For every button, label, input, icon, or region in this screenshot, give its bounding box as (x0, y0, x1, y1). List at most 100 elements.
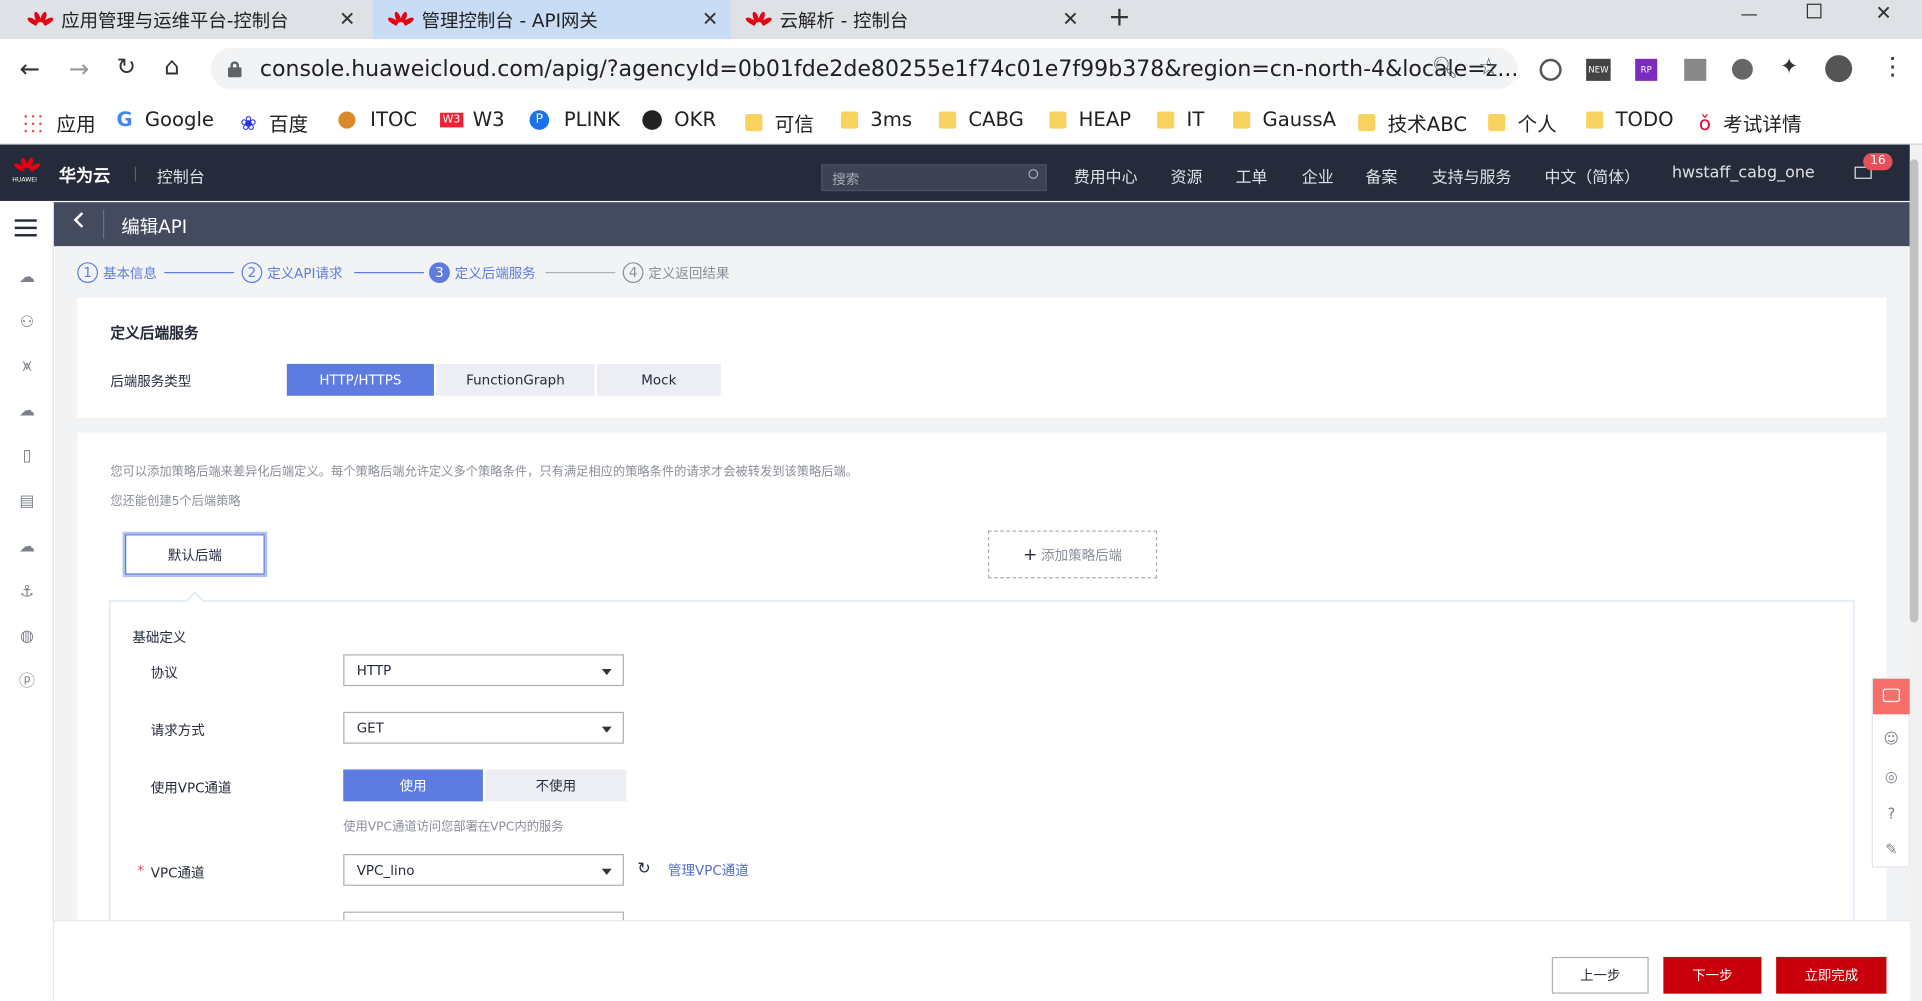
cloud-icon[interactable]: ☁ (16, 268, 38, 288)
back-arrow-icon[interactable] (73, 212, 90, 228)
cluster-icon[interactable]: ⚇ (16, 314, 38, 334)
avatar[interactable] (1825, 55, 1853, 83)
refresh-icon[interactable]: ↻ (637, 860, 650, 878)
page-scrollbar[interactable] (1909, 144, 1922, 1001)
star-icon[interactable]: ☆ (1478, 54, 1499, 81)
main-content: 1 基本信息 2 定义API请求 3 定义后端服务 4 定义返回结果 定义后端服务 后端… (55, 246, 1910, 921)
back-icon[interactable]: ← (20, 54, 41, 83)
edit-icon[interactable]: ✎ (1880, 838, 1902, 860)
bookmark-exam[interactable]: ǒ 考试详情 (1699, 108, 1802, 137)
hamburger-menu-icon[interactable] (14, 219, 37, 237)
new-extension-icon[interactable]: NEW (1586, 58, 1611, 81)
close-icon[interactable]: ✕ (1062, 7, 1078, 30)
reload-icon[interactable]: ↻ (116, 54, 136, 81)
manage-vpc-link[interactable]: 管理VPC通道 (668, 860, 749, 880)
huawei-logo[interactable]: HUAWEI (12, 156, 41, 189)
nav-filing[interactable]: 备案 (1366, 164, 1398, 187)
console-link[interactable]: 控制台 (157, 164, 205, 187)
rp-extension-icon[interactable]: RP (1635, 58, 1658, 81)
bookmark-w3[interactable]: W3 W3 (440, 108, 505, 131)
add-policy-backend-button[interactable]: + 添加策略后端 (987, 530, 1158, 579)
bookmark-folder[interactable]: 可信 (745, 108, 814, 137)
document-icon[interactable]: ▤ (16, 493, 38, 513)
bookmark-folder[interactable]: TODO (1586, 108, 1674, 131)
bookmark-apps[interactable]: 应用 (22, 108, 96, 137)
browser-tab-3[interactable]: 云解析 - 控制台 ✕ (733, 0, 1091, 39)
backend-type-card: 定义后端服务 后端服务类型 HTTP/HTTPS FunctionGraph M… (77, 297, 1887, 418)
bookmark-folder[interactable]: 技术ABC (1358, 108, 1467, 137)
use-vpc-no[interactable]: 不使用 (485, 769, 627, 802)
backend-type-http[interactable]: HTTP/HTTPS (286, 363, 434, 396)
backend-type-functiongraph[interactable]: FunctionGraph (436, 363, 595, 396)
nav-support[interactable]: 支持与服务 (1432, 164, 1512, 187)
browser-tab-1[interactable]: 应用管理与运维平台-控制台 ✕ (0, 0, 368, 39)
bookmark-google[interactable]: G Google (116, 108, 214, 131)
minimize-icon[interactable]: — (1741, 5, 1758, 25)
anchor-icon[interactable]: ⚓ (16, 583, 38, 603)
method-select[interactable]: GET (343, 711, 624, 744)
nav-billing[interactable]: 费用中心 (1074, 164, 1138, 187)
server-icon[interactable]: ☁ (16, 402, 38, 422)
bookmark-baidu[interactable]: ❀ 百度 (240, 108, 308, 137)
bookmark-folder[interactable]: GaussA (1233, 108, 1336, 131)
bookmark-folder[interactable]: IT (1157, 108, 1204, 131)
cloud-sync-icon[interactable]: ☁ (16, 538, 38, 558)
smile-icon[interactable]: ☺ (1880, 728, 1902, 750)
vpc-channel-select[interactable]: VPC_lino (343, 853, 624, 886)
nav-tickets[interactable]: 工单 (1236, 164, 1268, 187)
prev-step-button[interactable]: 上一步 (1551, 956, 1649, 994)
new-tab-button[interactable]: + (1108, 2, 1131, 33)
search-icon[interactable] (1028, 169, 1039, 179)
api-icon[interactable]: ⩙ (16, 358, 38, 378)
use-vpc-yes[interactable]: 使用 (343, 769, 483, 802)
bookmark-okr[interactable]: OKR (642, 108, 716, 131)
home-icon[interactable]: ⌂ (164, 51, 180, 80)
bookmark-folder[interactable]: 3ms (840, 108, 912, 131)
protocol-label: 协议 (150, 665, 178, 682)
nav-enterprise[interactable]: 企业 (1302, 164, 1334, 187)
ip-icon[interactable]: ⓟ (16, 673, 38, 693)
feedback-button[interactable] (1872, 678, 1911, 715)
brand-name[interactable]: 华为云 (59, 163, 110, 188)
step-return-result[interactable]: 4 定义返回结果 (622, 262, 729, 284)
browser-tab-2[interactable]: 管理控制台 - API网关 ✕ (372, 0, 731, 40)
extension-icon[interactable] (1539, 58, 1562, 81)
backend-type-mock[interactable]: Mock (596, 363, 721, 396)
nav-resources[interactable]: 资源 (1171, 164, 1203, 187)
globe-icon[interactable]: ◍ (16, 627, 38, 647)
nav-language[interactable]: 中文（简体） (1544, 164, 1640, 187)
protocol-select[interactable]: HTTP (343, 654, 624, 687)
device-icon[interactable]: ▯ (16, 447, 38, 467)
bookmark-plink[interactable]: P PLINK (529, 108, 620, 131)
theme-extension-icon[interactable] (1732, 58, 1753, 80)
close-icon[interactable]: ✕ (702, 7, 718, 30)
window-close-icon[interactable]: ✕ (1875, 1, 1891, 24)
bookmark-itoc[interactable]: ITOC (338, 108, 417, 131)
menu-icon[interactable]: ⋮ (1880, 51, 1905, 80)
folder-icon (745, 113, 763, 132)
bookmark-folder[interactable]: 个人 (1488, 108, 1557, 137)
step-basic-info[interactable]: 1 基本信息 (77, 262, 157, 284)
url-text[interactable]: console.huaweicloud.com/apig/?agencyId=0… (260, 56, 1519, 82)
zoom-icon[interactable]: 🔍︎ (1432, 56, 1458, 81)
restore-icon[interactable] (1806, 3, 1822, 19)
step-backend-service[interactable]: 3 定义后端服务 (429, 262, 536, 284)
next-step-button[interactable]: 下一步 (1663, 956, 1762, 994)
forward-icon[interactable]: → (69, 54, 90, 83)
step-api-request[interactable]: 2 定义API请求 (241, 262, 342, 284)
help-icon[interactable]: ? (1880, 803, 1902, 825)
bookmark-folder[interactable]: HEAP (1049, 108, 1131, 131)
default-backend-tab[interactable]: 默认后端 (122, 531, 268, 578)
headset-icon[interactable]: ◎ (1880, 766, 1902, 788)
scrollbar-thumb[interactable] (1909, 159, 1919, 623)
vpc-channel-label: VPC通道 (150, 865, 205, 881)
finish-button[interactable]: 立即完成 (1776, 956, 1887, 994)
close-icon[interactable]: ✕ (339, 7, 355, 30)
nav-username[interactable]: hwstaff_cabg_one (1672, 164, 1815, 182)
pdf-extension-icon[interactable] (1684, 58, 1707, 81)
bookmark-folder[interactable]: CABG (938, 108, 1024, 131)
divider (134, 166, 137, 182)
puzzle-icon[interactable]: ✦ (1780, 54, 1799, 80)
next-field-select[interactable] (343, 911, 624, 921)
search-input[interactable]: 搜索 (821, 164, 1047, 192)
